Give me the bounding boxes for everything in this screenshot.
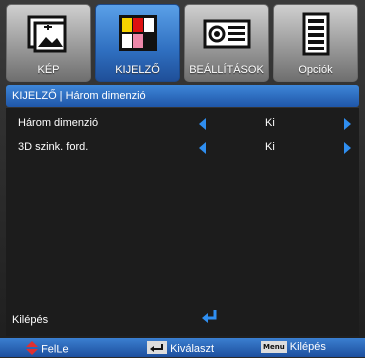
footer-select-label: Kiválaszt — [170, 342, 215, 355]
setting-value: Ki — [265, 141, 275, 153]
setting-row-3d[interactable]: Három dimenzió Ki — [6, 113, 359, 135]
setting-value: Ki — [265, 117, 275, 129]
enter-icon — [201, 309, 219, 330]
footer-exit-label: Kilépés — [289, 341, 326, 353]
tab-label: Opciók — [298, 64, 333, 76]
menu-header: KIJELZŐ | Három dimenzió — [6, 85, 359, 107]
projector-icon — [202, 11, 252, 62]
footer-select: Kiválaszt — [147, 341, 214, 357]
settings-panel: Három dimenzió Ki 3D szink. ford. Ki — [6, 108, 359, 336]
tab-label: BEÁLLÍTÁSOK — [189, 64, 264, 76]
tab-opciok[interactable]: Opciók — [273, 4, 358, 82]
tab-label: KÉP — [37, 64, 60, 76]
footer-updown-label: FelLe — [41, 343, 69, 356]
footer-updown: FelLe — [26, 341, 69, 358]
setting-label: Három dimenzió — [18, 117, 99, 129]
setting-label: 3D szink. ford. — [18, 141, 89, 153]
options-icon — [293, 11, 339, 62]
updown-icon — [26, 341, 38, 358]
enter-key-icon — [147, 341, 167, 357]
tab-beallitasok[interactable]: BEÁLLÍTÁSOK — [184, 4, 269, 82]
footer-exit: Menu Kilépés — [261, 341, 326, 354]
arrow-right-icon[interactable] — [344, 142, 351, 154]
arrow-right-icon[interactable] — [344, 118, 351, 130]
setting-row-3d-sync[interactable]: 3D szink. ford. Ki — [6, 137, 359, 159]
display-icon — [115, 11, 161, 62]
exit-label: Kilépés — [12, 314, 49, 326]
exit-item[interactable]: Kilépés — [12, 314, 48, 326]
menu-key-icon: Menu — [261, 341, 287, 354]
arrow-left-icon[interactable] — [199, 118, 206, 130]
arrow-left-icon[interactable] — [199, 142, 206, 154]
footer-bar: FelLe Kiválaszt Menu Kilépés — [0, 338, 365, 357]
tab-kep[interactable]: KÉP — [6, 4, 91, 82]
tab-kijelzo[interactable]: KIJELZŐ — [95, 4, 180, 82]
osd-menu: KÉP KIJELZŐ BEÁLLÍTÁSOK Opciók KIJELZŐ |… — [0, 0, 365, 357]
tab-bar: KÉP KIJELZŐ BEÁLLÍTÁSOK Opciók — [6, 4, 359, 82]
picture-icon — [26, 11, 72, 62]
tab-label: KIJELZŐ — [115, 64, 160, 76]
